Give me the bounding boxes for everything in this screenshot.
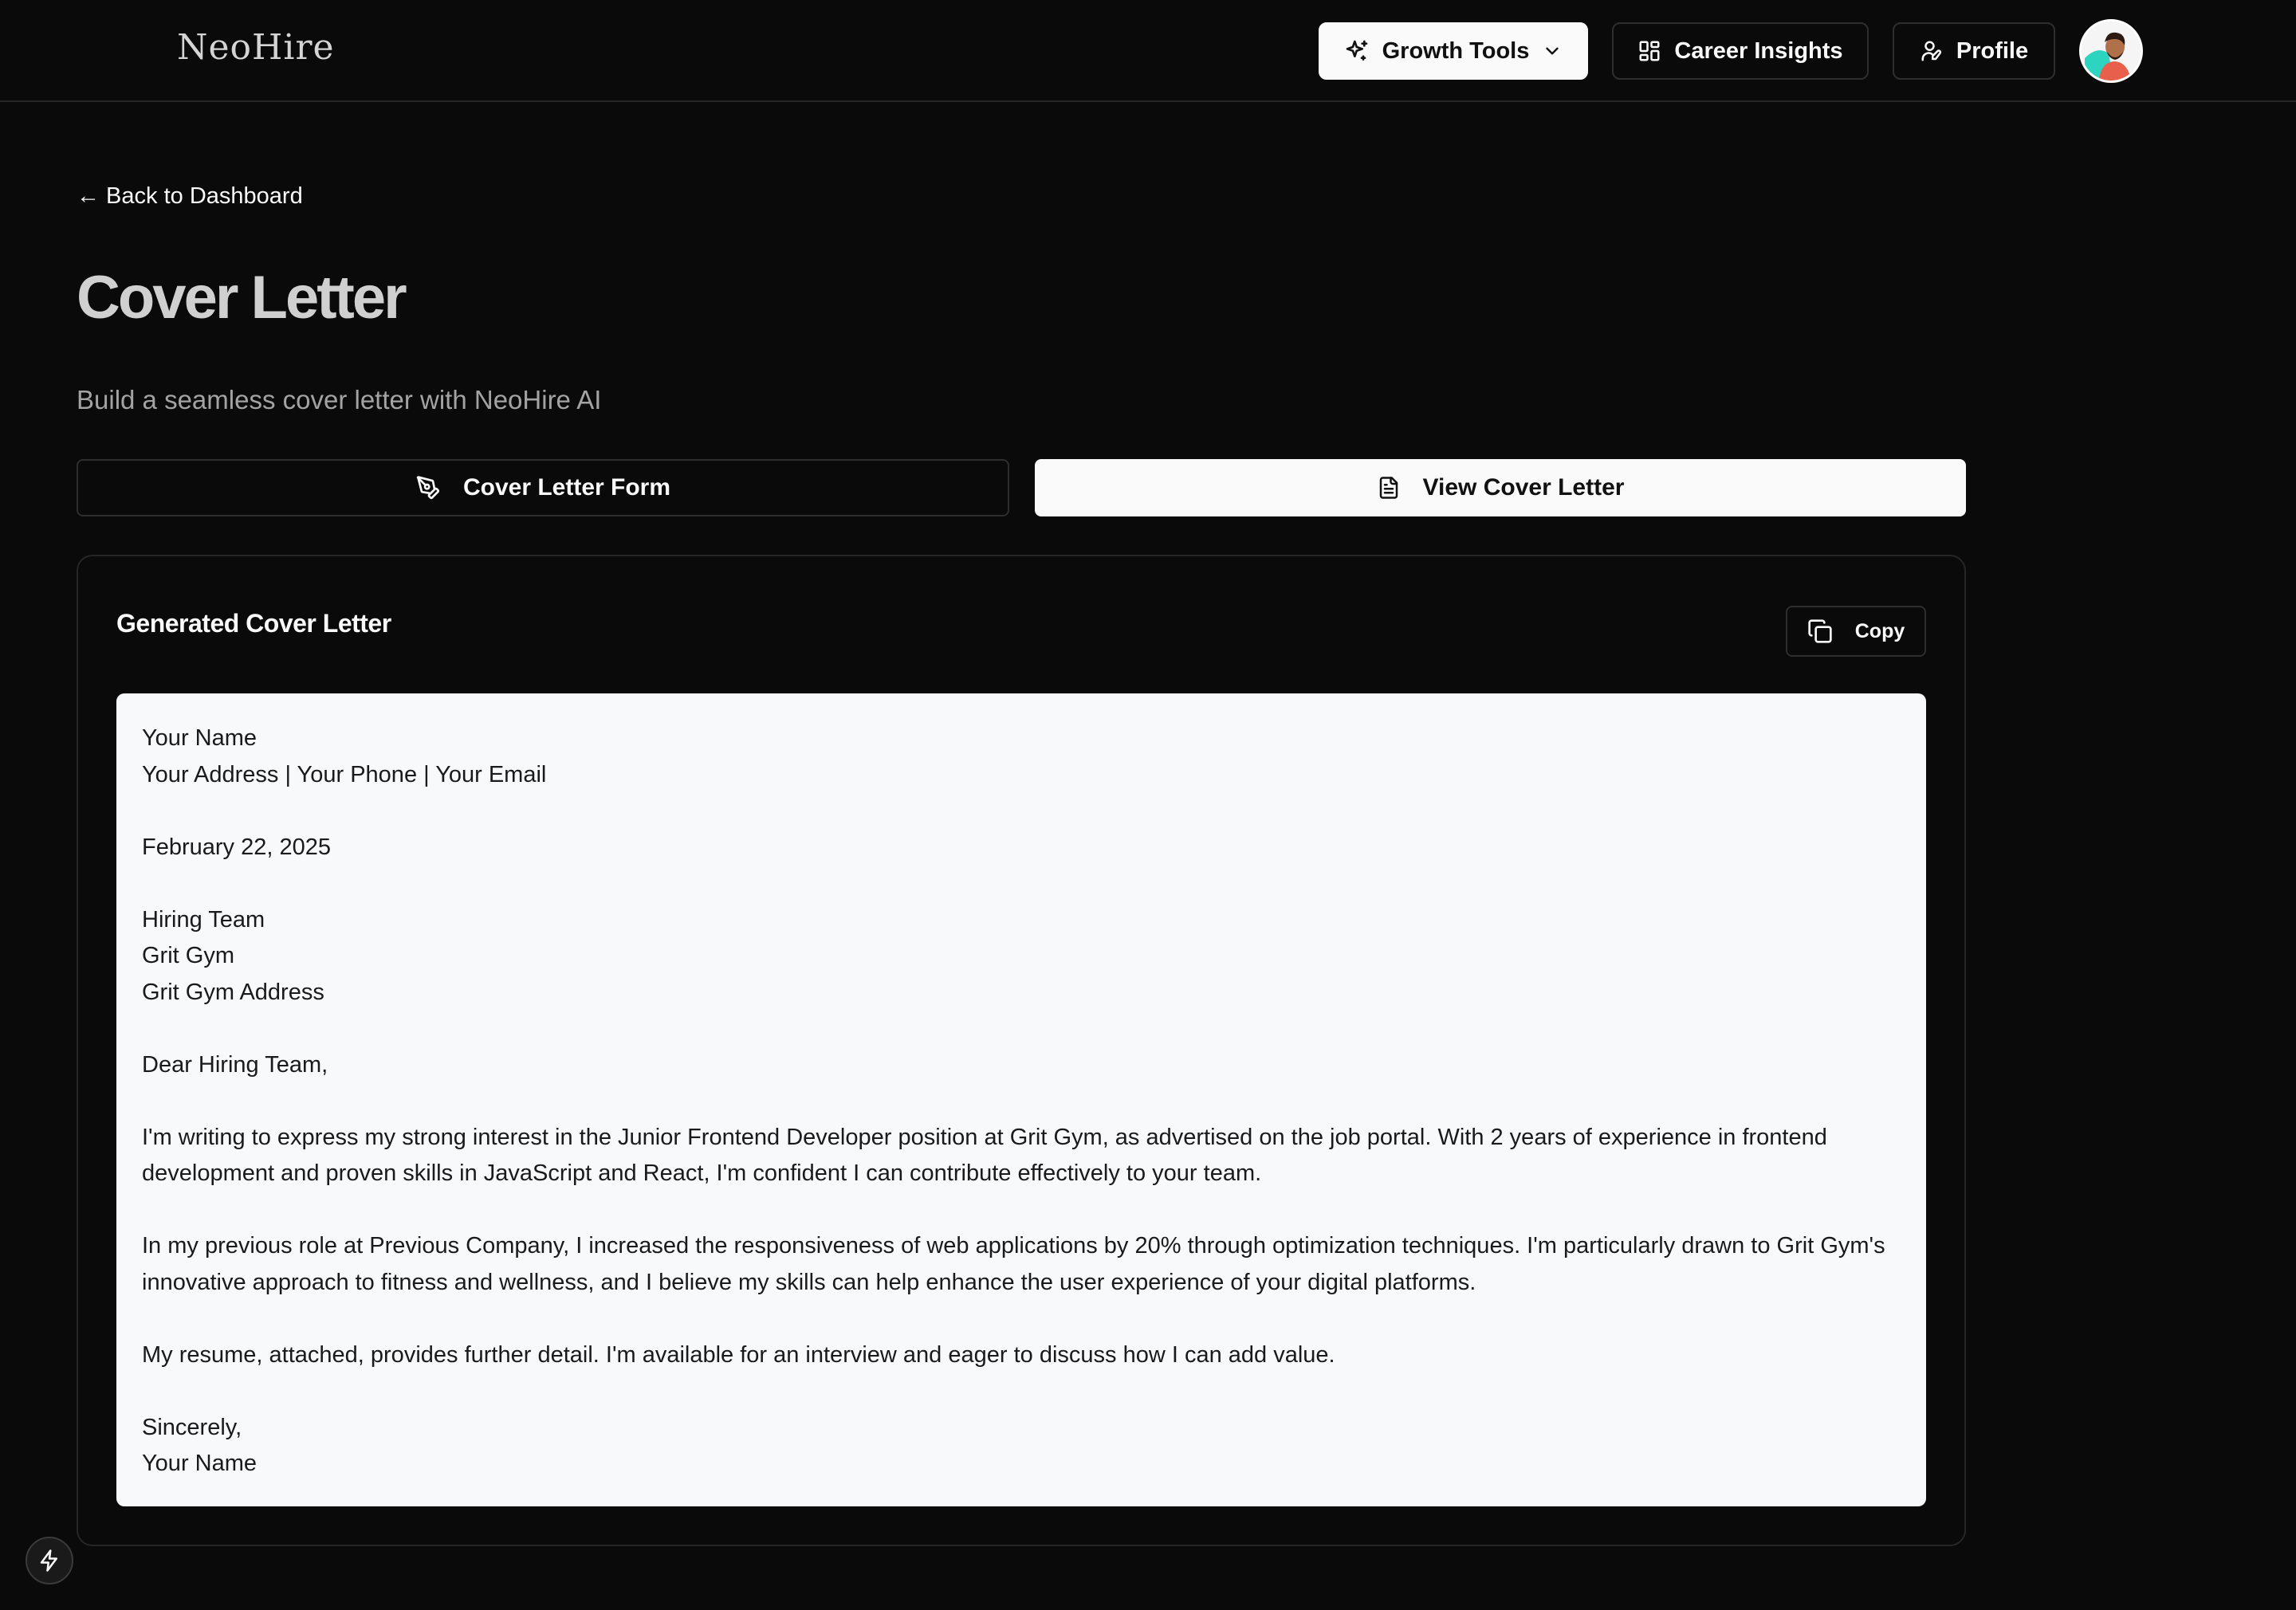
file-text-icon bbox=[1379, 477, 1398, 499]
back-to-dashboard-link[interactable]: ← Back to Dashboard bbox=[77, 183, 303, 210]
app-logo[interactable]: NeoHire bbox=[177, 27, 335, 68]
user-avatar[interactable] bbox=[2079, 19, 2143, 83]
growth-tools-label: Growth Tools bbox=[1382, 37, 1530, 64]
profile-label: Profile bbox=[1956, 37, 2029, 64]
tab-form-label: Cover Letter Form bbox=[462, 474, 671, 501]
chevron-down-icon bbox=[1546, 47, 1559, 55]
copy-icon bbox=[1808, 619, 1832, 643]
quick-action-button[interactable] bbox=[26, 1537, 73, 1584]
profile-button[interactable]: Profile bbox=[1893, 22, 2055, 80]
letter-signature: Your Name bbox=[142, 1451, 258, 1476]
letter-contact: Your Address | Your Phone | Your Email bbox=[142, 761, 547, 787]
career-insights-button[interactable]: Career Insights bbox=[1612, 22, 1869, 80]
letter-company: Grit Gym bbox=[142, 943, 234, 968]
letter-recipient: Hiring Team bbox=[142, 906, 265, 933]
letter-paragraph-1: I'm writing to express my strong interes… bbox=[142, 1124, 1827, 1187]
letter-salutation: Dear Hiring Team, bbox=[142, 1051, 328, 1078]
card-title: Generated Cover Letter bbox=[116, 609, 391, 638]
growth-tools-button[interactable]: Growth Tools bbox=[1319, 22, 1588, 80]
dashboard-grid-icon bbox=[1639, 41, 1660, 61]
letter-company-address: Grit Gym Address bbox=[142, 979, 324, 1005]
generated-cover-letter-card: Generated Cover Letter Copy Your Name Yo… bbox=[77, 555, 1966, 1546]
letter-name: Your Name bbox=[142, 725, 258, 751]
cover-letter-text[interactable]: Your Name Your Address | Your Phone | Yo… bbox=[116, 693, 1926, 1506]
letter-paragraph-2: In my previous role at Previous Company,… bbox=[142, 1233, 1885, 1295]
career-insights-label: Career Insights bbox=[1674, 37, 1843, 64]
copy-button[interactable]: Copy bbox=[1786, 606, 1926, 657]
letter-paragraph-3: My resume, attached, provides further de… bbox=[142, 1341, 1335, 1368]
tab-view-label: View Cover Letter bbox=[1422, 474, 1625, 501]
pen-tool-icon bbox=[416, 476, 440, 500]
top-navbar: NeoHire Growth Tools Career Insights Pro… bbox=[0, 0, 2296, 102]
page-title: Cover Letter bbox=[77, 264, 407, 332]
user-pen-icon bbox=[1921, 41, 1941, 61]
lightning-bolt-icon bbox=[40, 1549, 57, 1572]
avatar-illustration bbox=[2082, 22, 2141, 80]
letter-closing: Sincerely, bbox=[142, 1414, 242, 1440]
tab-view-cover-letter[interactable]: View Cover Letter bbox=[1035, 459, 1966, 516]
tab-cover-letter-form[interactable]: Cover Letter Form bbox=[77, 459, 1009, 516]
sparkles-icon bbox=[1346, 40, 1367, 61]
page-subtitle: Build a seamless cover letter with NeoHi… bbox=[77, 385, 602, 414]
letter-date: February 22, 2025 bbox=[142, 834, 331, 860]
copy-label: Copy bbox=[1854, 619, 1905, 642]
back-link-label: ← Back to Dashboard bbox=[77, 183, 303, 209]
